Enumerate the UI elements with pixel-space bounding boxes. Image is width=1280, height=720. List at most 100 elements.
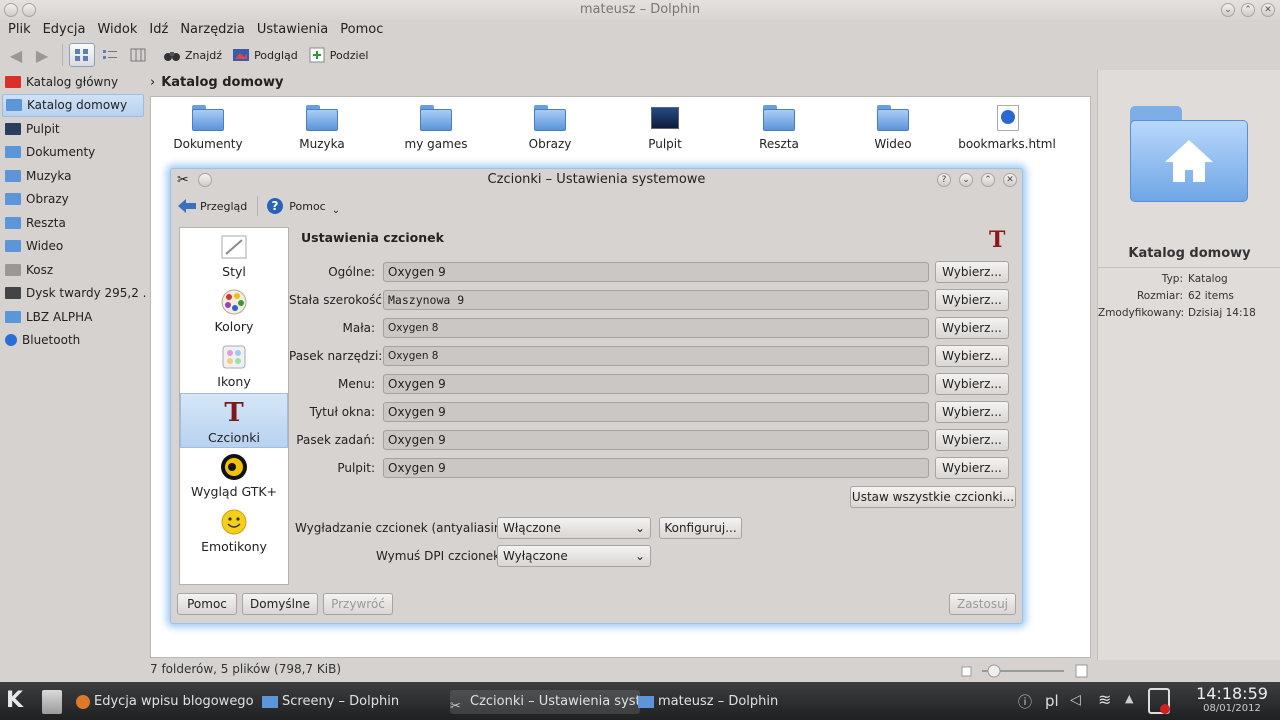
choose-font-button[interactable]: Wybierz... bbox=[935, 289, 1009, 311]
choose-font-button[interactable]: Wybierz... bbox=[935, 345, 1009, 367]
forward-arrow-icon[interactable]: ▶ bbox=[30, 43, 54, 67]
file-item[interactable]: Pulpit bbox=[615, 101, 715, 151]
reset-button[interactable]: Przywróć bbox=[323, 593, 393, 615]
sidebar-item-rest[interactable]: Reszta bbox=[0, 211, 146, 235]
category-gtk[interactable]: Wygląd GTK+ bbox=[180, 448, 288, 503]
choose-font-button[interactable]: Wybierz... bbox=[935, 317, 1009, 339]
information-panel: Katalog domowy Typ: Katalog Rozmiar: 62 it… bbox=[1097, 70, 1280, 660]
tray-expand-icon[interactable]: ▲ bbox=[1125, 692, 1133, 705]
folder-icon bbox=[306, 105, 338, 131]
toolbar: ◀ ▶ Znajdź Podgląd Podziel bbox=[0, 40, 1280, 70]
task-czcionki[interactable]: ✂ Czcionki – Ustawienia syste bbox=[450, 690, 640, 714]
file-item[interactable]: my games bbox=[386, 101, 486, 151]
file-item[interactable]: bookmarks.html bbox=[957, 101, 1057, 151]
dialog-help-button[interactable]: ? bbox=[937, 173, 951, 187]
volume-icon[interactable]: ◁ bbox=[1070, 692, 1081, 708]
category-icons[interactable]: Ikony bbox=[180, 338, 288, 393]
menu-plik[interactable]: Plik bbox=[2, 20, 37, 40]
back-arrow-icon[interactable]: ◀ bbox=[4, 43, 28, 67]
menu-idz[interactable]: Idź bbox=[143, 20, 174, 40]
sidebar-item-desktop[interactable]: Pulpit bbox=[0, 117, 146, 141]
icons-view-button[interactable] bbox=[69, 43, 95, 67]
chevron-down-icon: ⌄ bbox=[634, 549, 645, 563]
file-name: Wideo bbox=[874, 137, 912, 151]
details-view-button[interactable] bbox=[97, 43, 123, 67]
choose-font-button[interactable]: Wybierz... bbox=[935, 401, 1009, 423]
antialiasing-value: Włączone bbox=[503, 521, 561, 535]
apply-button[interactable]: Zastosuj bbox=[949, 593, 1016, 615]
font-row-window-title: Tytuł okna: Oxygen 9 Wybierz... bbox=[289, 401, 1019, 423]
keyboard-layout[interactable]: pl bbox=[1045, 692, 1059, 710]
preview-button[interactable]: Podgląd bbox=[232, 47, 298, 63]
breadcrumb-current[interactable]: Katalog domowy bbox=[161, 75, 283, 90]
close-button[interactable]: ✕ bbox=[1261, 3, 1275, 17]
sidebar-item-video[interactable]: Wideo bbox=[0, 235, 146, 259]
configure-button[interactable]: Konfiguruj... bbox=[659, 517, 742, 539]
file-item[interactable]: Wideo bbox=[843, 101, 943, 151]
split-label: Podziel bbox=[329, 48, 369, 62]
chevron-right-icon: › bbox=[150, 74, 156, 90]
task-firefox[interactable]: Edycja wpisu blogowego – do bbox=[76, 690, 256, 714]
sidebar-item-label: Kosz bbox=[26, 262, 54, 277]
category-emoticons[interactable]: Emotikony bbox=[180, 503, 288, 558]
maximize-button[interactable]: ⌃ bbox=[1241, 3, 1255, 17]
antialiasing-select[interactable]: Włączone ⌄ bbox=[497, 517, 651, 539]
clock[interactable]: 14:18:59 08/01/2012 bbox=[1192, 684, 1272, 714]
dialog-minimize-button[interactable]: ⌄ bbox=[959, 173, 973, 187]
kde-menu-icon[interactable]: K bbox=[6, 688, 23, 713]
sidebar-item-home[interactable]: Katalog domowy bbox=[2, 93, 144, 117]
sidebar-item-label: Wideo bbox=[26, 239, 64, 254]
menu-pomoc[interactable]: Pomoc bbox=[334, 20, 389, 40]
category-fonts[interactable]: T Czcionki bbox=[180, 393, 288, 448]
sidebar-item-trash[interactable]: Kosz bbox=[0, 258, 146, 282]
minimize-button[interactable]: ⌄ bbox=[1221, 3, 1235, 17]
window-pin-button[interactable] bbox=[22, 3, 36, 17]
wifi-icon[interactable]: ≋ bbox=[1098, 690, 1111, 709]
menu-widok[interactable]: Widok bbox=[91, 20, 143, 40]
defaults-button[interactable]: Domyślne bbox=[242, 593, 318, 615]
sidebar-item-label: Katalog główny bbox=[26, 74, 119, 89]
columns-view-button[interactable] bbox=[125, 43, 151, 67]
dialog-close-button[interactable]: ✕ bbox=[1003, 173, 1017, 187]
menu-narzedzia[interactable]: Narzędzia bbox=[174, 20, 251, 40]
task-mateusz[interactable]: mateusz – Dolphin bbox=[638, 690, 838, 714]
task-label: Czcionki – Ustawienia syste bbox=[470, 694, 640, 709]
window-menu-button[interactable] bbox=[4, 3, 18, 17]
set-all-fonts-button[interactable]: Ustaw wszystkie czcionki... bbox=[850, 486, 1016, 508]
dpi-select[interactable]: Wyłączone ⌄ bbox=[497, 545, 651, 567]
task-screeny[interactable]: Screeny – Dolphin bbox=[262, 690, 442, 714]
file-item[interactable]: Obrazy bbox=[500, 101, 600, 151]
trash-icon[interactable] bbox=[42, 690, 62, 714]
sidebar-item-harddisk[interactable]: Dysk twardy 295,2 ... bbox=[0, 282, 146, 306]
sidebar-item-documents[interactable]: Dokumenty bbox=[0, 141, 146, 165]
zoom-slider[interactable] bbox=[960, 663, 1090, 679]
dialog-maximize-button[interactable]: ⌃ bbox=[981, 173, 995, 187]
breadcrumb[interactable]: › Katalog domowy bbox=[150, 70, 1090, 94]
info-value: 62 items bbox=[1188, 290, 1234, 302]
sidebar-item-music[interactable]: Muzyka bbox=[0, 164, 146, 188]
menu-edycja[interactable]: Edycja bbox=[37, 20, 92, 40]
split-button[interactable]: Podziel bbox=[308, 47, 369, 63]
sidebar-item-root[interactable]: Katalog główny bbox=[0, 70, 146, 94]
overview-button[interactable]: Przegląd bbox=[177, 198, 247, 214]
file-item[interactable]: Dokumenty bbox=[158, 101, 258, 151]
menu-ustawienia[interactable]: Ustawienia bbox=[251, 20, 334, 40]
info-icon[interactable]: ⓘ bbox=[1018, 692, 1032, 712]
sidebar-item-lbz[interactable]: LBZ ALPHA bbox=[0, 305, 146, 329]
dolphin-icon bbox=[638, 695, 654, 708]
help-button[interactable]: Pomoc bbox=[177, 593, 237, 615]
choose-font-button[interactable]: Wybierz... bbox=[935, 429, 1009, 451]
sidebar-item-bluetooth[interactable]: Bluetooth bbox=[0, 329, 146, 353]
choose-font-button[interactable]: Wybierz... bbox=[935, 457, 1009, 479]
find-button[interactable]: Znajdź bbox=[163, 47, 222, 63]
dialog-help-menu-button[interactable]: ? Pomoc ⌄ bbox=[266, 197, 340, 216]
choose-font-button[interactable]: Wybierz... bbox=[935, 261, 1009, 283]
file-item[interactable]: Muzyka bbox=[272, 101, 372, 151]
sidebar-item-pictures[interactable]: Obrazy bbox=[0, 188, 146, 212]
category-style[interactable]: Styl bbox=[180, 228, 288, 283]
file-item[interactable]: Reszta bbox=[729, 101, 829, 151]
overview-label: Przegląd bbox=[200, 199, 248, 213]
category-colors[interactable]: Kolory bbox=[180, 283, 288, 338]
file-name: Obrazy bbox=[528, 137, 572, 151]
choose-font-button[interactable]: Wybierz... bbox=[935, 373, 1009, 395]
